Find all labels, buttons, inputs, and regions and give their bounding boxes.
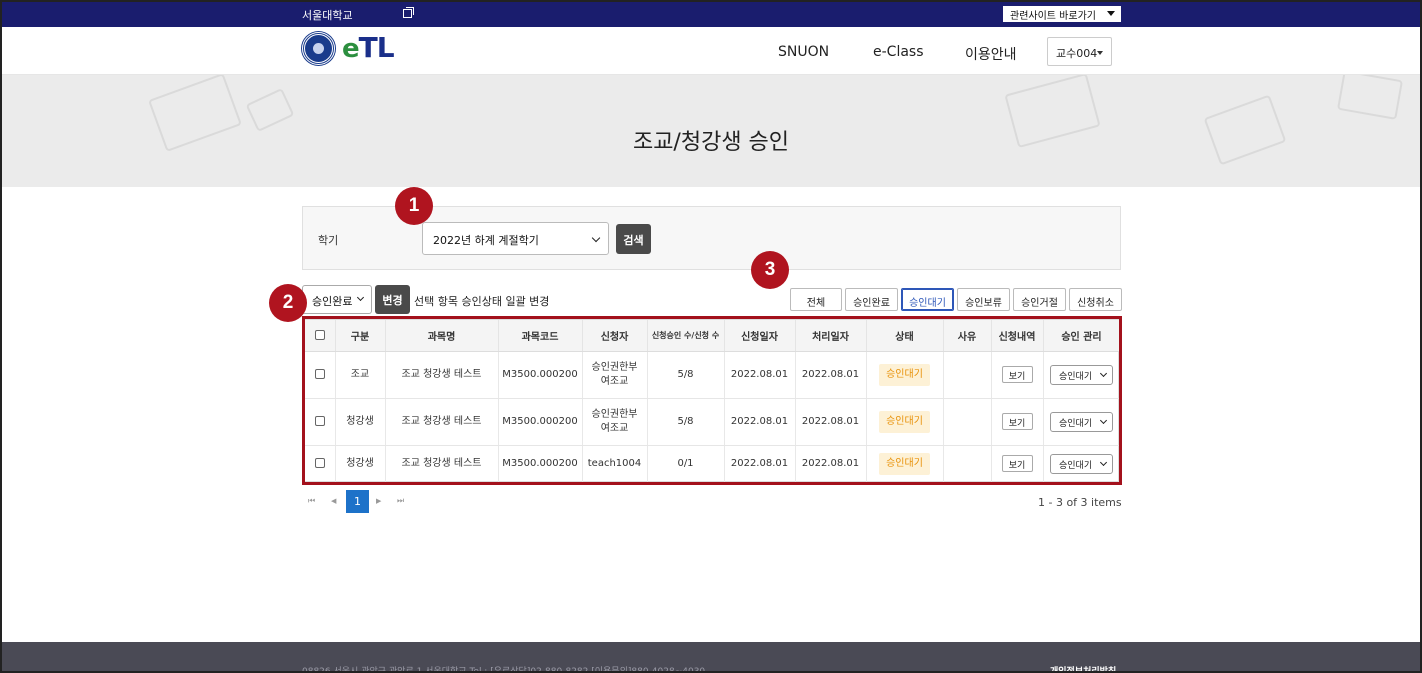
nav-guide[interactable]: 이용안내 (965, 44, 1017, 64)
annotation-marker-2: 2 (269, 284, 307, 322)
filter-onhold-button[interactable]: 승인보류 (957, 288, 1010, 311)
page-title: 조교/청강생 승인 (632, 130, 790, 155)
university-link[interactable]: 서울대학교 (302, 7, 353, 23)
nav-snuon[interactable]: SNUON (778, 44, 829, 60)
items-count: 1 - 3 of 3 items (1038, 496, 1122, 509)
etl-logo-e: e (342, 34, 360, 64)
bulk-status-select[interactable]: 승인완료 (302, 285, 372, 314)
snu-emblem-logo[interactable] (302, 32, 335, 65)
site-footer: 08826 서울시 관악구 관악로 1 서울대학교 Tel : [유료상담]02… (0, 642, 1422, 673)
prev-page-icon[interactable]: ◀ (331, 497, 336, 505)
new-window-icon[interactable] (403, 7, 414, 18)
user-name: 교수004 (1056, 47, 1098, 60)
nav-eclass[interactable]: e-Class (873, 44, 924, 60)
filter-all-button[interactable]: 전체 (790, 288, 842, 311)
chevron-down-icon (356, 293, 365, 302)
related-sites-label: 관련사이트 바로가기 (1010, 11, 1096, 22)
page-1-button[interactable]: 1 (346, 490, 369, 513)
caret-down-icon (1097, 51, 1103, 55)
filter-approved-button[interactable]: 승인완료 (845, 288, 898, 311)
chevron-down-icon (591, 233, 601, 243)
search-button[interactable]: 검색 (616, 224, 651, 254)
page-banner: 조교/청강생 승인 (0, 75, 1422, 187)
filter-pending-button[interactable]: 승인대기 (901, 288, 954, 311)
site-header: eTL SNUON e-Class 이용안내 교수004 (0, 27, 1422, 75)
related-sites-dropdown[interactable]: 관련사이트 바로가기 (1003, 6, 1121, 22)
highlight-box-table (302, 316, 1122, 485)
semester-value: 2022년 하계 계절학기 (433, 234, 539, 247)
filter-cancelled-button[interactable]: 신청취소 (1069, 288, 1122, 311)
caret-down-icon (1107, 11, 1115, 16)
first-page-icon[interactable]: ⏮ (308, 496, 315, 506)
decorative-shape (1336, 75, 1404, 120)
footer-address: 08826 서울시 관악구 관악로 1 서울대학교 Tel : [유료상담]02… (302, 667, 706, 673)
bulk-status-value: 승인완료 (312, 295, 353, 308)
bulk-change-button[interactable]: 변경 (375, 285, 410, 314)
bulk-change-description: 선택 항목 승인상태 일괄 변경 (414, 295, 550, 308)
annotation-marker-1: 1 (395, 187, 433, 225)
privacy-policy-link[interactable]: 개인정보처리방침 (1050, 664, 1116, 673)
top-bar: 서울대학교 관련사이트 바로가기 (0, 0, 1422, 27)
next-page-icon[interactable]: ▶ (376, 497, 381, 505)
semester-label: 학기 (318, 234, 339, 247)
filter-rejected-button[interactable]: 승인거절 (1013, 288, 1066, 311)
last-page-icon[interactable]: ⏭ (397, 496, 404, 506)
user-menu-button[interactable]: 교수004 (1047, 37, 1112, 66)
etl-logo[interactable]: eTL (342, 31, 395, 65)
semester-select[interactable]: 2022년 하계 계절학기 (422, 222, 609, 255)
etl-logo-tl: TL (358, 31, 395, 64)
annotation-marker-3: 3 (751, 251, 789, 289)
